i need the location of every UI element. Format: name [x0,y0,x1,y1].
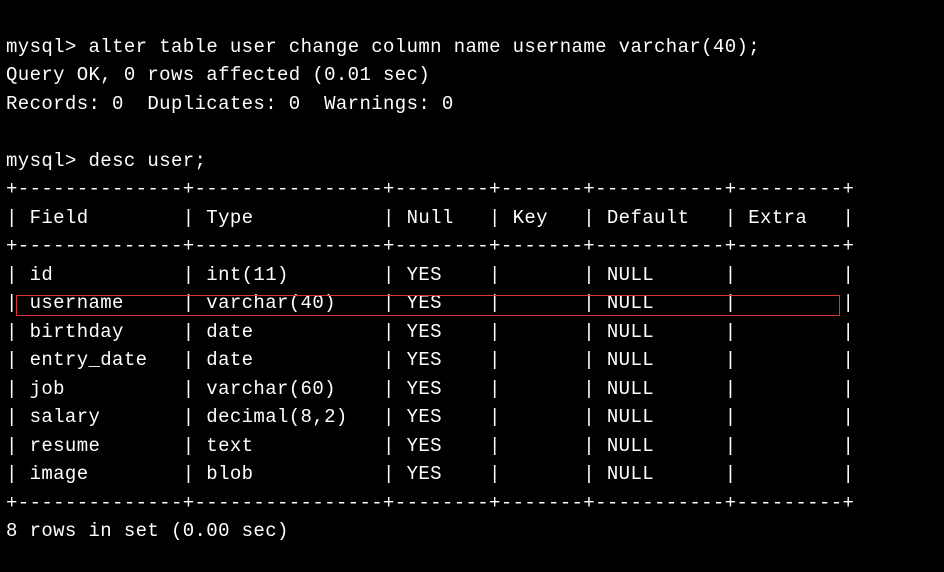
alter-result-line1: Query OK, 0 rows affected (0.01 sec) [6,64,430,86]
desc-command: desc user; [89,150,207,172]
desc-table: +--------------+----------------+-------… [6,178,854,514]
alter-command: alter table user change column name user… [89,36,761,58]
terminal-output: mysql> alter table user change column na… [0,0,944,572]
blank-line [6,121,18,143]
prompt: mysql> desc user; [6,150,206,172]
prompt: mysql> alter table user change column na… [6,36,760,58]
table-footer: 8 rows in set (0.00 sec) [6,520,289,542]
alter-result-line2: Records: 0 Duplicates: 0 Warnings: 0 [6,93,454,115]
